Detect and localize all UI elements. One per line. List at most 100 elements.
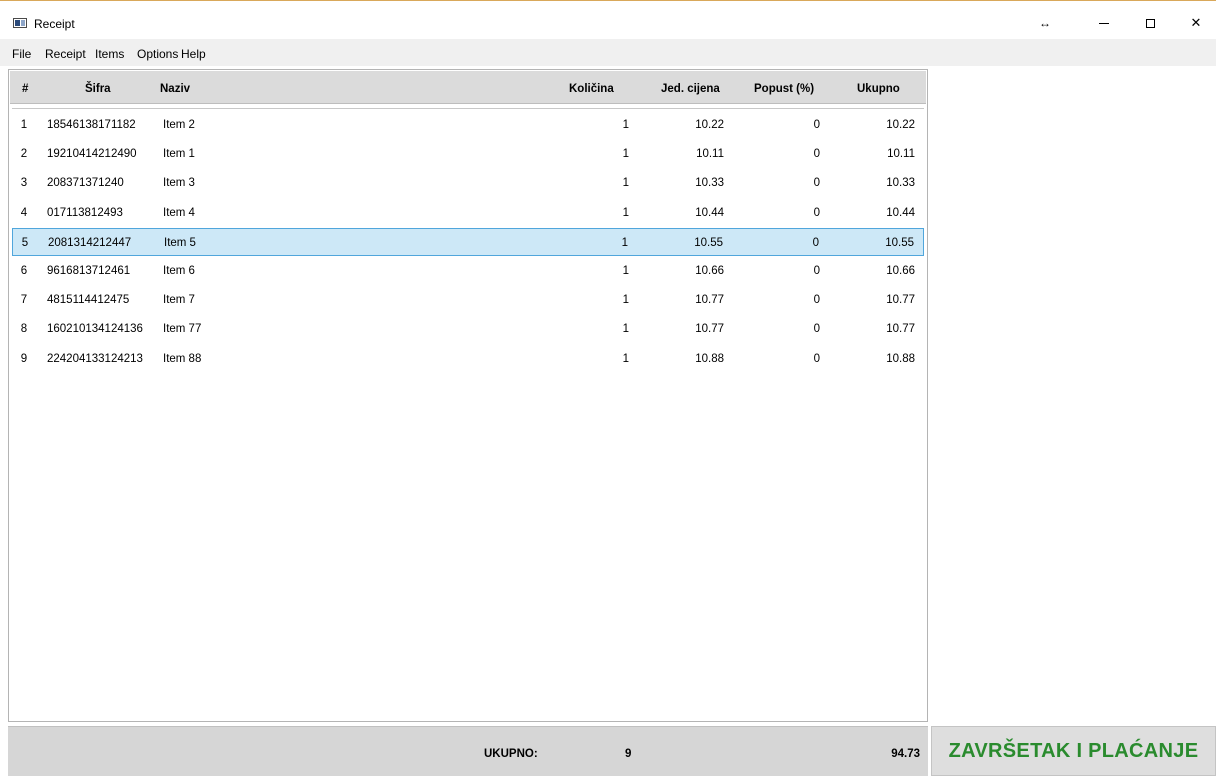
item-total: 10.77 [886,294,915,307]
item-code: 18546138171182 [47,119,136,131]
maximize-icon [1145,18,1155,28]
row-number: 4 [20,206,28,219]
close-icon: ✕ [1190,15,1202,30]
item-code: 017113812493 [47,206,123,219]
item-quantity: 1 [621,236,628,249]
item-quantity: 1 [622,206,629,219]
row-number: 6 [20,265,28,277]
item-unit-price: 10.77 [695,323,724,336]
item-discount: 0 [813,294,820,307]
total-item-count: 9 [625,748,632,760]
item-discount: 0 [813,206,820,219]
totals-footer: UKUPNO: 9 94.73 [8,726,928,776]
menu-help[interactable]: Help [181,47,206,61]
row-number: 5 [21,236,29,249]
column-header-kolicina[interactable]: Količina [569,83,614,95]
item-quantity: 1 [622,148,629,161]
column-header-ukupno[interactable]: Ukupno [857,83,900,95]
item-name: Item 3 [163,177,195,190]
window-title: Receipt [34,17,75,31]
item-discount: 0 [812,236,819,249]
item-name: Item 4 [163,206,195,219]
item-discount: 0 [813,119,820,131]
item-unit-price: 10.33 [695,177,724,190]
total-amount: 94.73 [891,748,920,760]
item-name: Item 6 [163,265,195,277]
title-bar[interactable]: Receipt ↔ ✕ [0,1,1216,39]
row-number: 7 [20,294,28,307]
item-quantity: 1 [622,323,629,336]
item-quantity: 1 [622,294,629,307]
item-code: 4815114412475 [47,294,130,307]
item-total: 10.55 [885,236,914,249]
item-code: 208371371240 [47,177,124,190]
item-code: 19210414212490 [47,148,137,161]
table-row[interactable]: 2 19210414212490 Item 1 1 10.11 0 10.11 [12,140,924,168]
column-header-jed-cijena[interactable]: Jed. cijena [661,83,720,95]
table-row[interactable]: 7 4815114412475 Item 7 1 10.77 0 10.77 [12,286,924,314]
grid-body: 1 18546138171182 Item 2 1 10.22 0 10.22 2 192104… [12,108,924,719]
item-name: Item 7 [163,294,195,307]
item-name: Item 5 [164,236,196,249]
resize-arrows-icon[interactable]: ↔ [1022,10,1068,36]
column-header-sifra[interactable]: Šifra [85,83,111,95]
row-number: 8 [20,323,28,336]
item-discount: 0 [813,323,820,336]
row-number: 3 [20,177,28,190]
minimize-button[interactable] [1081,10,1127,36]
item-discount: 0 [813,265,820,277]
menu-receipt[interactable]: Receipt [45,47,86,61]
item-total: 10.88 [886,352,915,365]
item-code: 2081314212447 [48,236,132,249]
item-discount: 0 [813,352,820,365]
row-number: 9 [20,352,28,365]
item-unit-price: 10.11 [696,148,724,161]
item-unit-price: 10.77 [695,294,724,307]
item-total: 10.66 [886,265,915,277]
table-row[interactable]: 3 208371371240 Item 3 1 10.33 0 10.33 [12,169,924,197]
column-header-popust[interactable]: Popust (%) [754,83,814,95]
item-name: Item 77 [163,323,202,336]
item-discount: 0 [813,148,820,161]
table-row[interactable]: 9 224204133124213 Item 88 1 10.88 0 10.88 [12,345,924,373]
item-unit-price: 10.66 [695,265,724,277]
close-button[interactable]: ✕ [1173,10,1216,36]
column-header-num[interactable]: # [22,83,28,95]
menu-bar: File Receipt Items Options Help [0,39,1216,66]
item-total: 10.11 [887,148,915,161]
item-unit-price: 10.44 [695,206,724,219]
maximize-button[interactable] [1127,10,1173,36]
row-number: 1 [20,119,28,131]
item-name: Item 2 [163,119,195,131]
item-quantity: 1 [622,177,629,190]
item-code: 224204133124213 [47,352,143,365]
grid-header: # Šifra Naziv Količina Jed. cijena Popus… [10,71,926,104]
item-total: 10.33 [886,177,915,190]
table-row[interactable]: 4 017113812493 Item 4 1 10.44 0 10.44 [12,199,924,227]
item-quantity: 1 [622,265,629,277]
table-row[interactable]: 5 2081314212447 Item 5 1 10.55 0 10.55 [12,227,924,256]
item-total: 10.77 [886,323,915,336]
table-row[interactable]: 6 9616813712461 Item 6 1 10.66 0 10.66 [12,257,924,285]
item-code: 160210134124136 [47,323,143,336]
item-quantity: 1 [622,119,629,131]
item-name: Item 88 [163,352,202,365]
item-name: Item 1 [163,148,195,161]
table-row[interactable]: 1 18546138171182 Item 2 1 10.22 0 10.22 [12,111,924,139]
item-code: 9616813712461 [47,265,131,277]
total-label: UKUPNO: [484,748,538,760]
menu-options[interactable]: Options [137,47,178,61]
table-row[interactable]: 8 160210134124136 Item 77 1 10.77 0 10.77 [12,315,924,343]
menu-items[interactable]: Items [95,47,124,61]
item-discount: 0 [813,177,820,190]
menu-file[interactable]: File [12,47,31,61]
finish-and-pay-button[interactable]: ZAVRŠETAK I PLAĆANJE [931,726,1216,776]
item-unit-price: 10.88 [695,352,724,365]
item-quantity: 1 [622,352,629,365]
column-header-naziv[interactable]: Naziv [160,83,190,95]
receipt-items-grid[interactable]: # Šifra Naziv Količina Jed. cijena Popus… [8,69,928,722]
minimize-icon [1099,22,1109,24]
item-unit-price: 10.22 [695,119,724,131]
item-total: 10.22 [886,119,915,131]
item-total: 10.44 [886,206,915,219]
